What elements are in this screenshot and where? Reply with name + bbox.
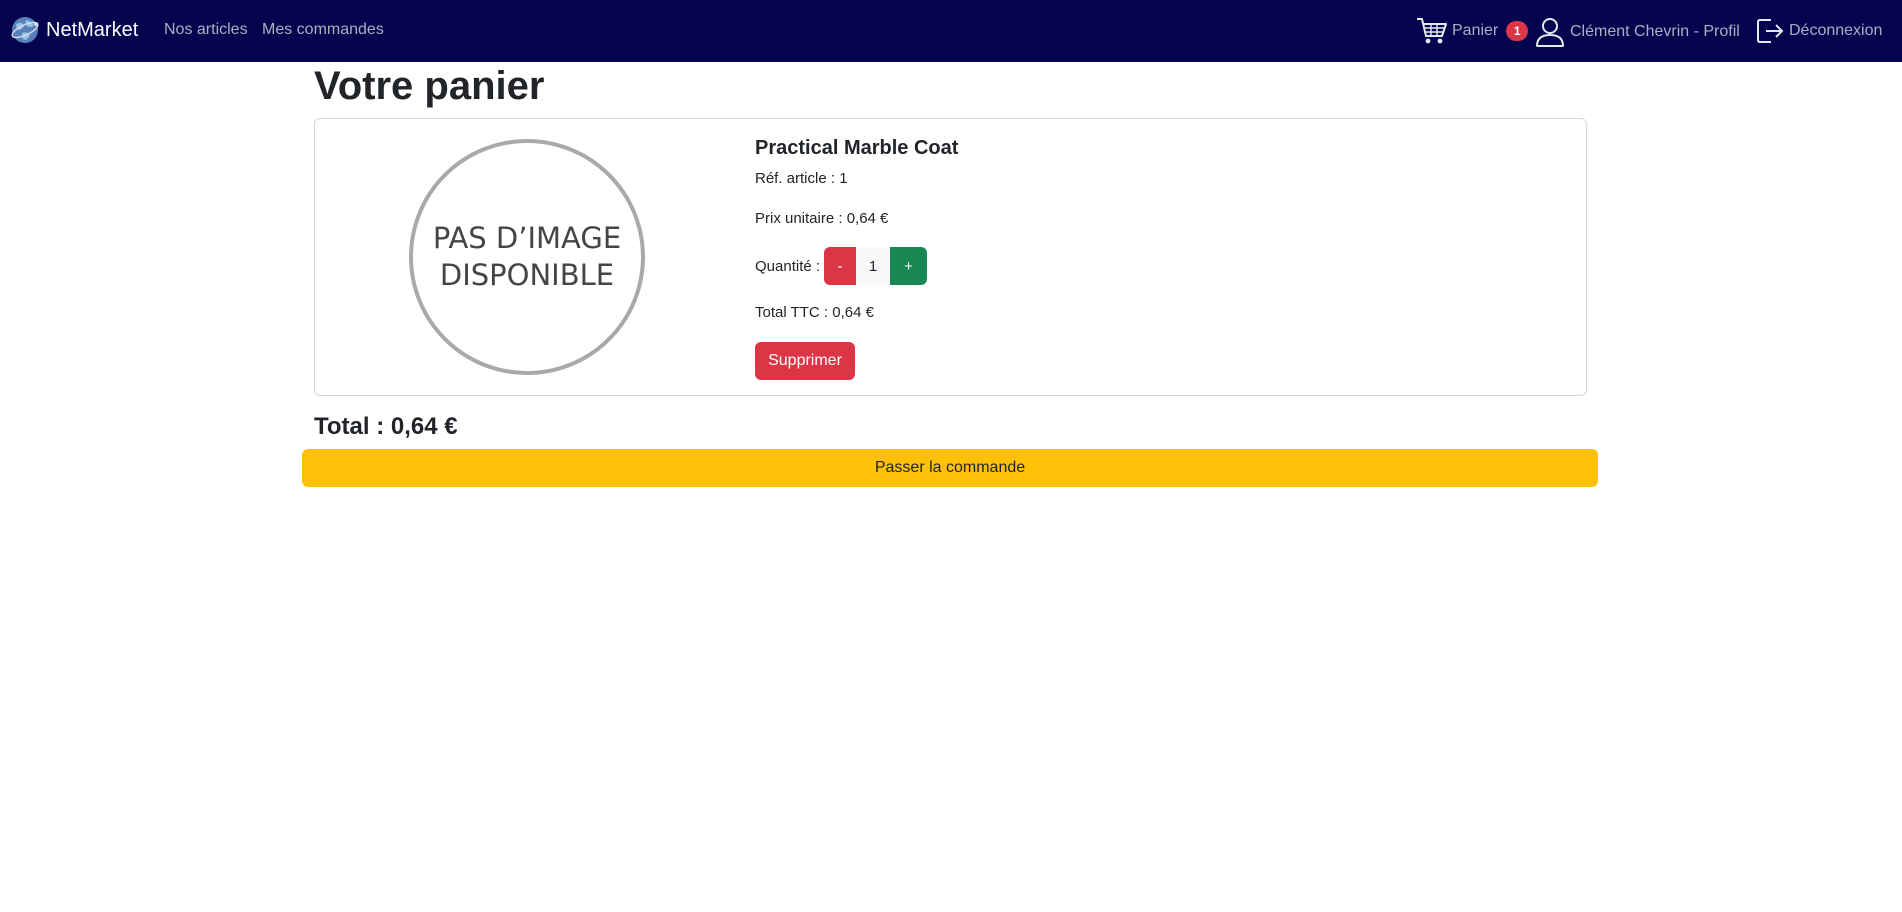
unit-price: Prix unitaire : 0,64 € [755, 210, 889, 227]
cart-item-card: PAS D’IMAGE DISPONIBLE Practical Marble … [314, 118, 1587, 396]
page-title: Votre panier [314, 64, 545, 108]
no-image-line-2: DISPONIBLE [439, 258, 615, 292]
quantity-stepper: Quantité : - + [755, 247, 928, 285]
no-image-placeholder: PAS D’IMAGE DISPONIBLE [409, 139, 645, 375]
nav-link-orders[interactable]: Mes commandes [262, 21, 384, 39]
profile-label: Clément Chevrin - Profil [1570, 23, 1740, 40]
brand-name: NetMarket [46, 18, 139, 41]
product-reference: Réf. article : 1 [755, 170, 848, 187]
cart-grand-total: Total : 0,64 € [314, 413, 458, 440]
logout-label: Déconnexion [1789, 22, 1883, 39]
item-total-ttc: Total TTC : 0,64 € [755, 304, 874, 321]
delete-item-button[interactable]: Supprimer [755, 342, 855, 380]
quantity-label: Quantité : [755, 257, 821, 275]
product-name: Practical Marble Coat [755, 137, 959, 159]
brand-link[interactable]: NetMarket [10, 15, 138, 45]
decrease-quantity-button[interactable]: - [824, 247, 857, 285]
cart-count-badge: 1 [1506, 21, 1529, 41]
logout-icon [1757, 19, 1784, 43]
increase-quantity-button[interactable]: + [890, 247, 928, 285]
nav-cart-link[interactable]: Panier 1 [1416, 16, 1529, 46]
cart-icon [1417, 18, 1447, 44]
no-image-line-1: PAS D’IMAGE [432, 221, 622, 255]
user-icon [1536, 18, 1564, 47]
globe-icon [11, 17, 39, 43]
nav-logout-link[interactable]: Déconnexion [1755, 16, 1882, 46]
quantity-field[interactable] [856, 247, 891, 285]
nav-link-articles[interactable]: Nos articles [164, 21, 248, 39]
nav-profile-link[interactable]: Clément Chevrin - Profil [1534, 16, 1740, 48]
cart-label: Panier [1452, 22, 1499, 39]
top-navbar: NetMarket Nos articles Mes commandes Pan… [0, 0, 1902, 62]
checkout-button[interactable]: Passer la commande [302, 449, 1598, 487]
